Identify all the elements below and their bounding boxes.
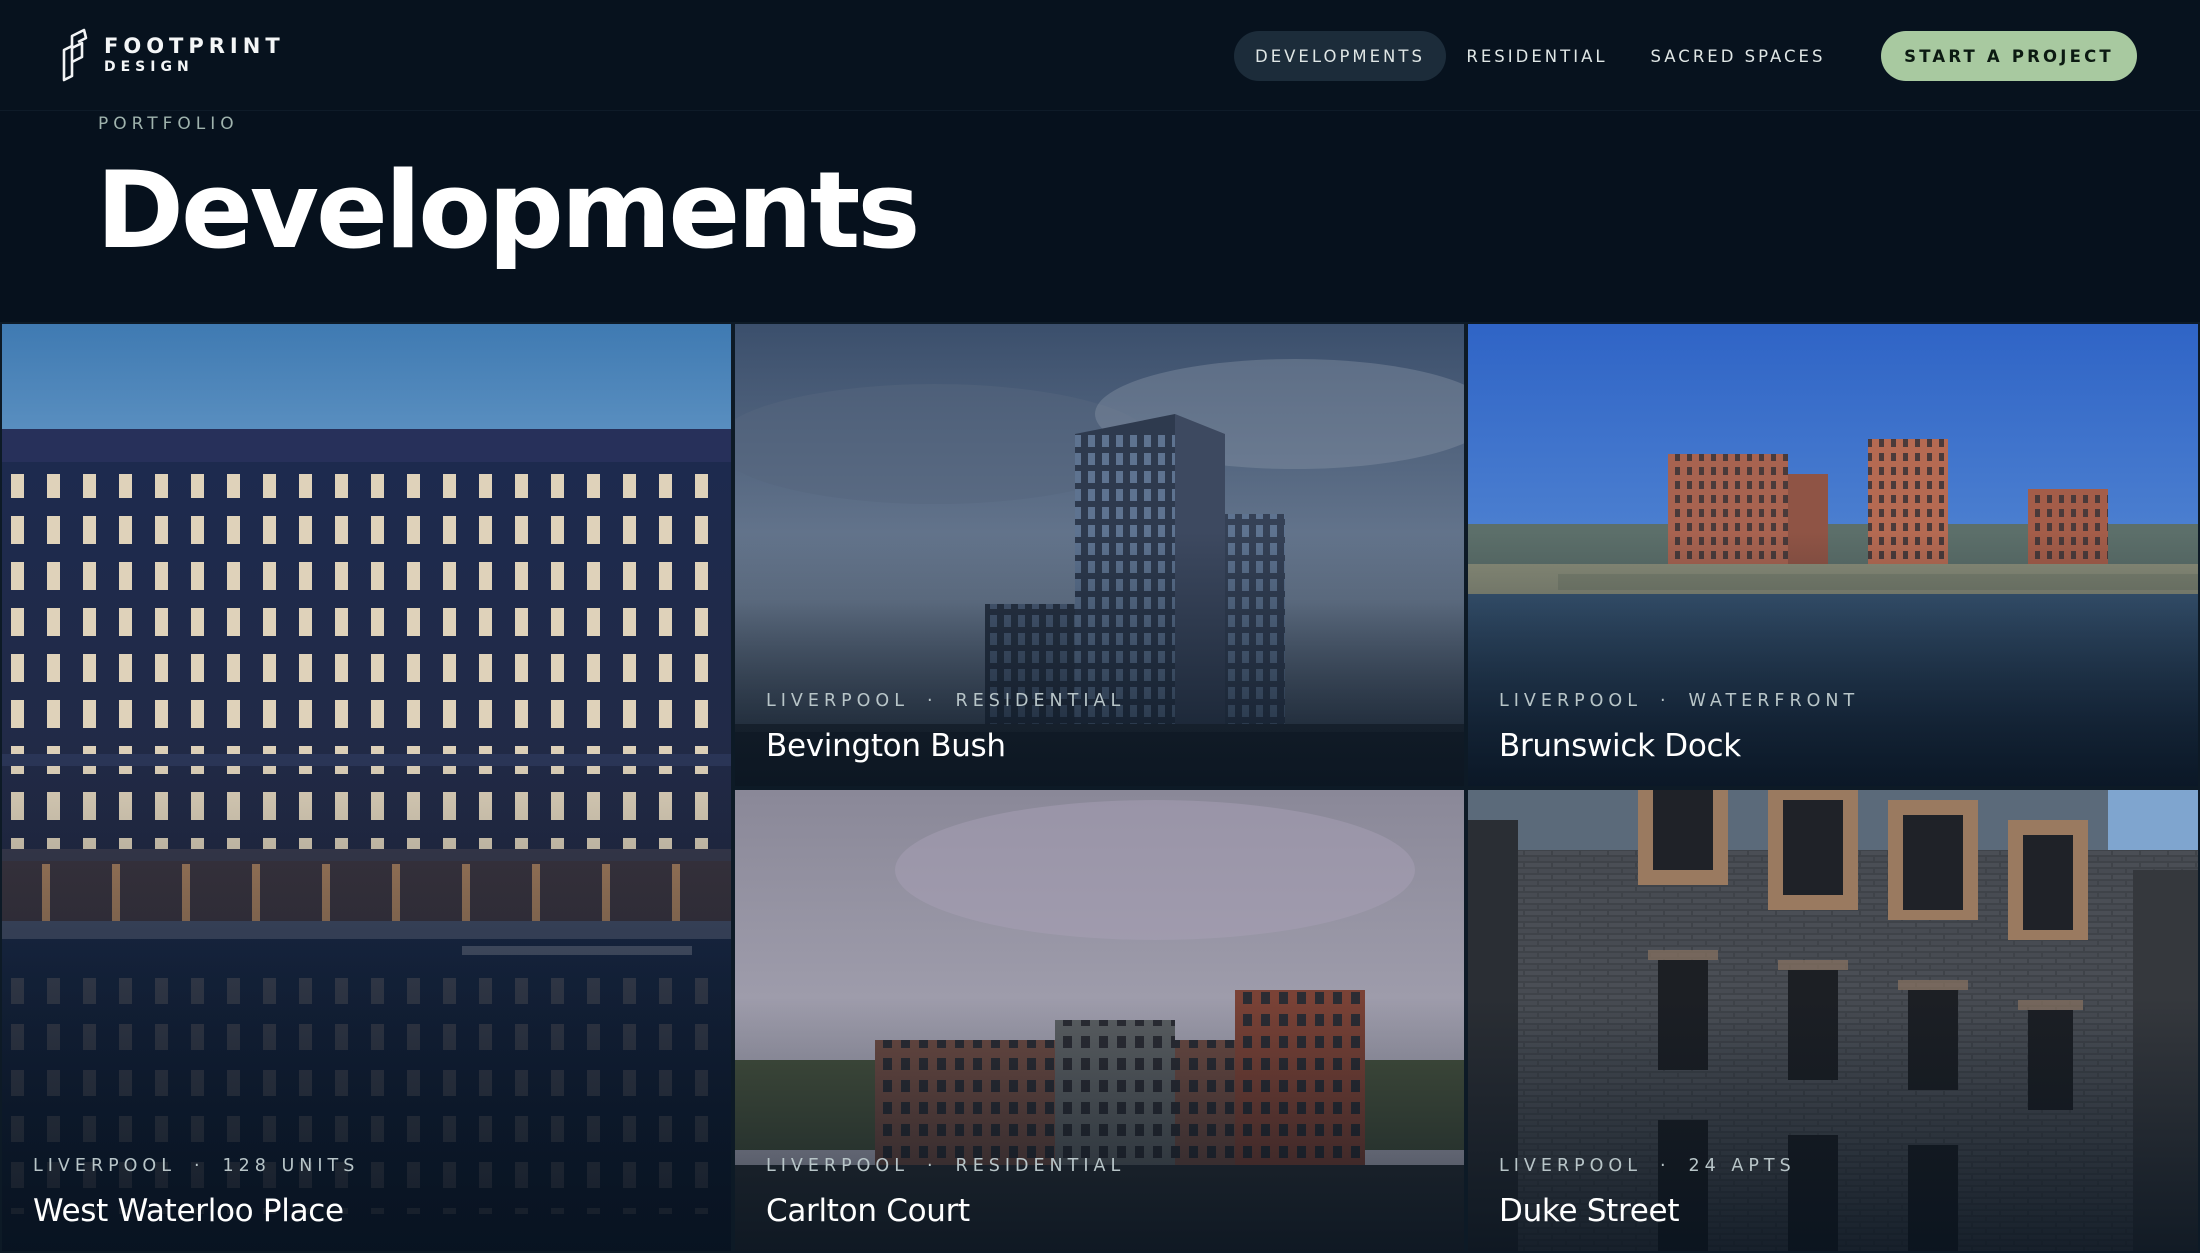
footprint-logo-icon [62,28,88,82]
project-tag: 24 APTS [1688,1156,1796,1176]
image-overlay [1468,790,2198,1251]
meta-separator: · [1659,691,1671,711]
project-title: Carlton Court [766,1193,970,1229]
project-meta: LIVERPOOL · WATERFRONT [1499,691,1859,711]
project-meta: LIVERPOOL · 24 APTS [1499,1156,1796,1176]
brand-subtitle: DESIGN [104,59,194,75]
project-meta: LIVERPOOL · RESIDENTIAL [766,691,1125,711]
project-tag: RESIDENTIAL [955,691,1126,711]
meta-separator: · [926,691,938,711]
project-title: Duke Street [1499,1193,1680,1229]
image-overlay [735,324,1464,786]
project-city: LIVERPOOL [33,1156,176,1176]
project-meta: LIVERPOOL · 128 UNITS [33,1156,359,1176]
project-city: LIVERPOOL [766,691,909,711]
project-card-west-waterloo-place[interactable]: LIVERPOOL · 128 UNITS West Waterloo Place [2,324,731,1251]
project-tag: 128 UNITS [222,1156,360,1176]
page-eyebrow: PORTFOLIO [98,114,239,134]
meta-separator: · [193,1156,205,1176]
project-card-bevington-bush[interactable]: LIVERPOOL · RESIDENTIAL Bevington Bush [735,324,1464,786]
nav-developments[interactable]: DEVELOPMENTS [1234,31,1446,81]
image-overlay [2,324,731,1251]
project-city: LIVERPOOL [1499,691,1642,711]
brand-logo[interactable]: FOOTPRINT DESIGN [58,28,285,82]
meta-separator: · [926,1156,938,1176]
project-tag: RESIDENTIAL [955,1156,1126,1176]
project-card-carlton-court[interactable]: LIVERPOOL · RESIDENTIAL Carlton Court [735,790,1464,1251]
meta-separator: · [1659,1156,1671,1176]
project-city: LIVERPOOL [766,1156,909,1176]
main-nav: DEVELOPMENTS RESIDENTIAL SACRED SPACES [1234,31,1838,81]
nav-sacred-spaces[interactable]: SACRED SPACES [1638,31,1838,81]
project-title: West Waterloo Place [33,1193,344,1229]
project-grid: LIVERPOOL · 128 UNITS West Waterloo Place [0,322,2200,1253]
project-title: Bevington Bush [766,728,1006,764]
image-overlay [735,790,1464,1251]
brand-name: FOOTPRINT [104,34,285,58]
project-card-brunswick-dock[interactable]: LIVERPOOL · WATERFRONT Brunswick Dock [1468,324,2198,786]
project-city: LIVERPOOL [1499,1156,1642,1176]
image-overlay [1468,324,2198,786]
project-card-duke-street[interactable]: LIVERPOOL · 24 APTS Duke Street [1468,790,2198,1251]
nav-residential[interactable]: RESIDENTIAL [1462,31,1612,81]
project-meta: LIVERPOOL · RESIDENTIAL [766,1156,1125,1176]
start-project-button[interactable]: START A PROJECT [1881,31,2137,81]
top-navbar: FOOTPRINT DESIGN DEVELOPMENTS RESIDENTIA… [0,0,2200,111]
project-title: Brunswick Dock [1499,728,1741,764]
project-tag: WATERFRONT [1688,691,1860,711]
page-hero: PORTFOLIO Developments [0,111,2200,322]
page-title: Developments [96,149,920,272]
